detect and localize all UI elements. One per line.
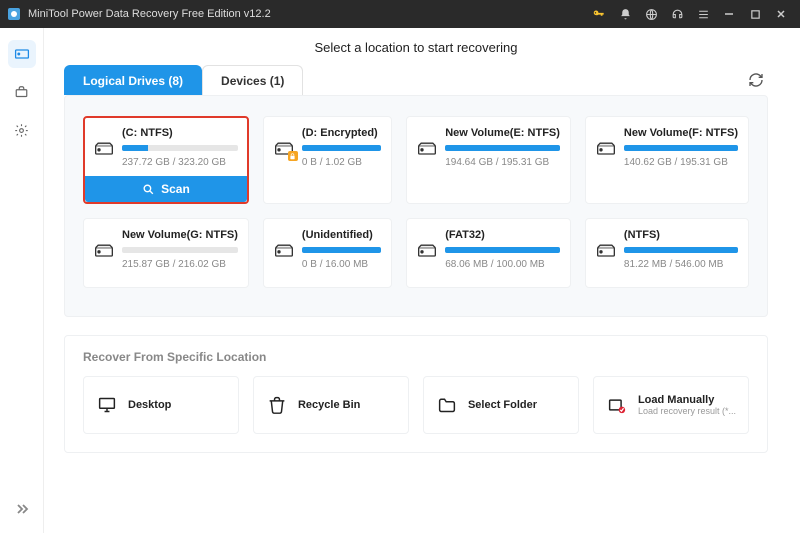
- location-card-recycle[interactable]: Recycle Bin: [253, 376, 409, 434]
- disk-icon: [417, 243, 437, 259]
- usage-bar: [624, 145, 738, 151]
- specific-location-title: Recover From Specific Location: [83, 350, 749, 364]
- drive-size: 237.72 GB / 323.20 GB: [122, 157, 238, 168]
- drive-card[interactable]: (Unidentified) 0 B / 16.00 MB: [263, 218, 392, 288]
- disk-icon: [274, 243, 294, 259]
- content-area: Select a location to start recovering Lo…: [44, 28, 800, 533]
- sidebar-settings-icon[interactable]: [8, 116, 36, 144]
- drive-name: New Volume(E: NTFS): [445, 127, 560, 139]
- drive-size: 0 B / 16.00 MB: [302, 259, 381, 270]
- location-card-folder[interactable]: Select Folder: [423, 376, 579, 434]
- drive-card[interactable]: (FAT32) 68.06 MB / 100.00 MB: [406, 218, 571, 288]
- drive-size: 68.06 MB / 100.00 MB: [445, 259, 560, 270]
- drive-name: (FAT32): [445, 229, 560, 241]
- close-button[interactable]: [770, 3, 792, 25]
- desktop-icon: [96, 394, 118, 416]
- sidebar-recover-icon[interactable]: [8, 40, 36, 68]
- folder-icon: [436, 394, 458, 416]
- scan-label: Scan: [161, 182, 190, 196]
- disk-icon: [596, 243, 616, 259]
- sidebar-expand-icon[interactable]: [8, 495, 36, 523]
- location-label: Select Folder: [468, 399, 537, 411]
- usage-bar: [445, 247, 560, 253]
- drive-card[interactable]: New Volume(F: NTFS) 140.62 GB / 195.31 G…: [585, 116, 749, 204]
- usage-bar: [302, 145, 381, 151]
- drive-name: (D: Encrypted): [302, 127, 381, 139]
- sidebar: [0, 28, 44, 533]
- drive-size: 0 B / 1.02 GB: [302, 157, 381, 168]
- usage-bar: [302, 247, 381, 253]
- maximize-button[interactable]: [744, 3, 766, 25]
- page-title: Select a location to start recovering: [44, 28, 788, 65]
- minimize-button[interactable]: [718, 3, 740, 25]
- usage-bar: [624, 247, 738, 253]
- drive-card[interactable]: (D: Encrypted) 0 B / 1.02 GB: [263, 116, 392, 204]
- usage-bar: [445, 145, 560, 151]
- drive-card[interactable]: (C: NTFS) 237.72 GB / 323.20 GB Scan: [83, 116, 249, 204]
- drive-card[interactable]: (NTFS) 81.22 MB / 546.00 MB: [585, 218, 749, 288]
- disk-icon: [274, 141, 294, 157]
- drive-name: (C: NTFS): [122, 127, 238, 139]
- specific-location-panel: Recover From Specific Location Desktop R…: [64, 335, 768, 453]
- location-card-load[interactable]: Load Manually Load recovery result (*...: [593, 376, 749, 434]
- disk-icon: [596, 141, 616, 157]
- drive-card[interactable]: New Volume(G: NTFS) 215.87 GB / 216.02 G…: [83, 218, 249, 288]
- titlebar: MiniTool Power Data Recovery Free Editio…: [0, 0, 800, 28]
- menu-icon[interactable]: [692, 3, 714, 25]
- disk-icon: [417, 141, 437, 157]
- disk-icon: [94, 243, 114, 259]
- location-label: Desktop: [128, 399, 171, 411]
- drives-panel: (C: NTFS) 237.72 GB / 323.20 GB Scan (D:…: [64, 95, 768, 317]
- location-label: Recycle Bin: [298, 399, 360, 411]
- drive-size: 140.62 GB / 195.31 GB: [624, 157, 738, 168]
- disk-icon: [94, 141, 114, 157]
- scan-button[interactable]: Scan: [85, 176, 247, 202]
- tab-devices[interactable]: Devices (1): [202, 65, 303, 95]
- support-icon[interactable]: [666, 3, 688, 25]
- usage-bar: [122, 247, 238, 253]
- tab-devices-label: Devices (1): [221, 74, 284, 88]
- location-card-desktop[interactable]: Desktop: [83, 376, 239, 434]
- drive-name: New Volume(F: NTFS): [624, 127, 738, 139]
- app-logo-icon: [6, 6, 22, 22]
- drive-name: (Unidentified): [302, 229, 381, 241]
- drive-card[interactable]: New Volume(E: NTFS) 194.64 GB / 195.31 G…: [406, 116, 571, 204]
- globe-icon[interactable]: [640, 3, 662, 25]
- recycle-icon: [266, 394, 288, 416]
- notifications-icon[interactable]: [614, 3, 636, 25]
- drive-size: 215.87 GB / 216.02 GB: [122, 259, 238, 270]
- tab-logical-drives[interactable]: Logical Drives (8): [64, 65, 202, 95]
- window-title: MiniTool Power Data Recovery Free Editio…: [28, 8, 586, 20]
- sidebar-toolbox-icon[interactable]: [8, 78, 36, 106]
- tab-row: Logical Drives (8) Devices (1): [44, 65, 788, 95]
- refresh-button[interactable]: [744, 68, 768, 92]
- drive-name: New Volume(G: NTFS): [122, 229, 238, 241]
- drive-size: 81.22 MB / 546.00 MB: [624, 259, 738, 270]
- upgrade-key-icon[interactable]: [588, 3, 610, 25]
- location-label: Load Manually: [638, 394, 736, 406]
- tab-logical-label: Logical Drives (8): [83, 74, 183, 88]
- drive-size: 194.64 GB / 195.31 GB: [445, 157, 560, 168]
- location-sub: Load recovery result (*...: [638, 406, 736, 416]
- load-icon: [606, 394, 628, 416]
- drive-name: (NTFS): [624, 229, 738, 241]
- usage-bar: [122, 145, 238, 151]
